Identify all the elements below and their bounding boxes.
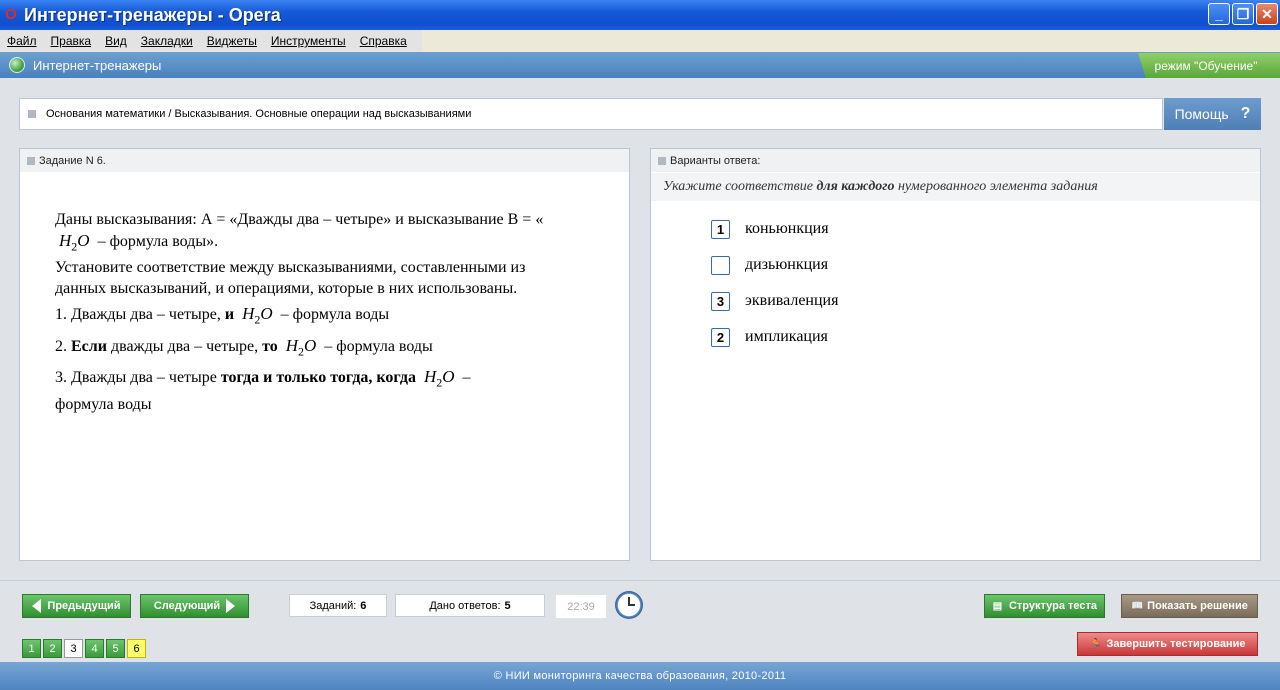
answers-hint: Укажите соответствие для каждого нумеров… [651,173,1260,201]
finish-test-button[interactable]: 🏃 Завершить тестирование [1077,632,1258,656]
menu-tools[interactable]: Инструменты [264,34,353,48]
formula-h2o: H2O [242,304,273,327]
answer-label: дизьюнкция [745,256,829,273]
answer-row-implication: 2 импликация [711,319,1260,355]
task-pager: 1 2 3 4 5 6 [22,639,146,658]
answers-header: Варианты ответа: [670,154,761,167]
window-titlebar: O Интернет-тренажеры - Opera _ ❐ ✕ [0,0,1280,30]
answer-input-disjunction[interactable] [711,255,730,275]
window-title: Интернет-тренажеры - Opera [24,4,281,25]
clock-icon [615,591,643,619]
answer-input-implication[interactable]: 2 [711,327,730,347]
page-4[interactable]: 4 [85,639,104,658]
formula-h2o: H2O [285,335,317,359]
page-5[interactable]: 5 [106,639,125,658]
structure-label: Структура теста [1008,600,1098,612]
bullet-square-icon [27,156,35,165]
task-intro: Даны высказывания: А = «Дважды два – чет… [55,209,580,257]
task-intro-text: Даны высказывания: А = «Дважды два – чет… [55,211,544,228]
answer-label: эквиваленция [745,292,839,309]
answers-panel-header: Варианты ответа: [651,149,1260,173]
app-title: Интернет-тренажеры [33,57,162,73]
restore-button[interactable]: ❐ [1232,3,1254,25]
timer: 22:39 [556,595,606,618]
arrow-left-icon [32,599,42,613]
answer-row-disjunction: дизьюнкция [711,247,1260,283]
finish-label: Завершить тестирование [1106,638,1246,650]
test-structure-button[interactable]: ▤ Структура теста [984,594,1105,618]
task-panel: Задание N 6. Даны высказывания: А = «Два… [19,148,630,561]
page-3[interactable]: 3 [64,639,83,658]
bullet-square-icon [658,156,666,165]
answered-count: Дано ответов: 5 [395,594,545,617]
formula-h2o: H2O [59,231,90,254]
menu-widgets[interactable]: Виджеты [200,34,264,48]
task-text: Даны высказывания: А = «Дважды два – чет… [20,173,580,415]
answer-input-equivalence[interactable]: 3 [711,291,730,311]
globe-icon [9,57,25,73]
show-solution-label: Показать решение [1147,600,1248,612]
task-instruction: Установите соответствие между высказыван… [55,259,526,298]
tasks-count: Заданий: 6 [289,594,387,617]
answer-input-conjunction[interactable]: 1 [711,219,730,239]
menu-bookmarks[interactable]: Закладки [134,34,200,48]
menu-bar: Файл Правка Вид Закладки Виджеты Инструм… [0,30,1280,52]
book-icon: 📖 [1131,600,1144,612]
running-man-icon: 🏃 [1089,638,1102,650]
show-solution-button[interactable]: 📖 Показать решение [1121,594,1258,618]
task-item-3: 3. Дважды два – четыре тогда и только то… [55,367,471,413]
next-button[interactable]: Следующий [140,594,249,618]
menu-help[interactable]: Справка [353,34,414,48]
answer-label: импликация [745,328,828,345]
list-icon: ▤ [992,600,1003,612]
task-panel-header: Задание N 6. [20,149,629,173]
arrow-right-icon [226,599,236,613]
formula-h2o: H2O [423,367,455,390]
opera-logo-icon: O [5,6,17,23]
breadcrumb-text: Основания математики / Высказывания. Осн… [46,108,472,120]
answers-panel: Варианты ответа: Укажите соответствие дл… [650,148,1261,561]
answer-label: коньюнкция [745,220,829,237]
menu-view[interactable]: Вид [98,34,134,48]
app-header: Интернет-тренажеры режим "Обучение" [0,52,1280,78]
breadcrumb: Основания математики / Высказывания. Осн… [19,98,1163,130]
task-item-1: 1. Дважды два – четыре, и H2O – формула … [55,304,390,327]
page-6[interactable]: 6 [127,639,146,658]
minimize-button[interactable]: _ [1208,3,1230,25]
footer: © НИИ мониторинга качества образования, … [0,662,1280,690]
answer-list: 1 коньюнкция дизьюнкция 3 эквиваленция 2… [651,201,1260,355]
help-label: Помощь [1174,106,1229,122]
next-label: Следующий [153,600,221,612]
answer-row-conjunction: 1 коньюнкция [711,211,1260,247]
help-button[interactable]: Помощь ? [1164,98,1261,130]
task-item-2: 2. Если дважды два – четыре, то H2O – фо… [55,335,433,359]
prev-label: Предыдущий [47,600,121,612]
bullet-square-icon [28,110,36,118]
page-1[interactable]: 1 [22,639,41,658]
menu-file[interactable]: Файл [0,34,44,48]
question-icon: ? [1240,105,1251,122]
prev-button[interactable]: Предыдущий [22,594,131,618]
task-number: Задание N 6. [39,154,106,167]
close-button[interactable]: ✕ [1256,3,1278,25]
menu-edit[interactable]: Правка [44,34,99,48]
mode-badge: режим "Обучение" [1138,53,1280,78]
task-intro-end: – формула воды». [97,233,219,250]
bottom-toolbar: Предыдущий Следующий Заданий: 6 Дано отве… [0,580,1280,662]
answer-row-equivalence: 3 эквиваленция [711,283,1260,319]
page-2[interactable]: 2 [43,639,62,658]
